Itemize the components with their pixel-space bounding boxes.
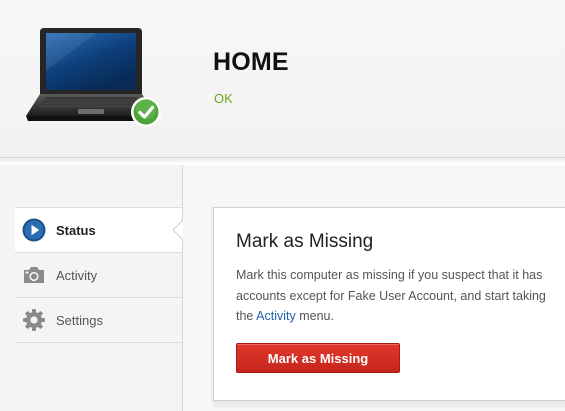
activity-link[interactable]: Activity	[256, 309, 296, 323]
sidebar-item-label: Activity	[56, 267, 98, 283]
gear-icon	[21, 307, 47, 333]
description-text: the	[236, 309, 257, 323]
camera-icon	[21, 262, 47, 288]
sidebar-item-settings[interactable]: Settings	[15, 297, 182, 343]
header-divider	[0, 158, 565, 164]
sidebar: Status Activity Settings	[0, 165, 183, 411]
description-text: menu.	[295, 309, 334, 323]
mark-as-missing-button[interactable]: Mark as Missing	[236, 343, 400, 373]
check-badge-icon	[131, 97, 161, 127]
mark-missing-panel: Mark as Missing Mark this computer as mi…	[213, 207, 565, 401]
sidebar-item-status[interactable]: Status	[15, 207, 183, 252]
play-circle-icon	[21, 217, 47, 243]
device-header: HOME OK	[0, 0, 565, 158]
panel-title: Mark as Missing	[236, 231, 374, 252]
description-line: Mark this computer as missing if you sus…	[236, 268, 543, 282]
sidebar-item-label: Settings	[56, 312, 103, 328]
sidebar-item-activity[interactable]: Activity	[15, 252, 182, 297]
panel-description: Mark this computer as missing if you sus…	[236, 265, 565, 327]
description-line: accounts except for Fake User Account, a…	[236, 288, 546, 303]
panel-bottom-shadow	[213, 401, 565, 411]
device-name: HOME	[213, 48, 289, 76]
description-line: the Activity menu.	[236, 306, 565, 327]
sidebar-item-label: Status	[56, 222, 96, 238]
active-pointer-icon	[173, 220, 183, 240]
device-status: OK	[214, 91, 233, 106]
